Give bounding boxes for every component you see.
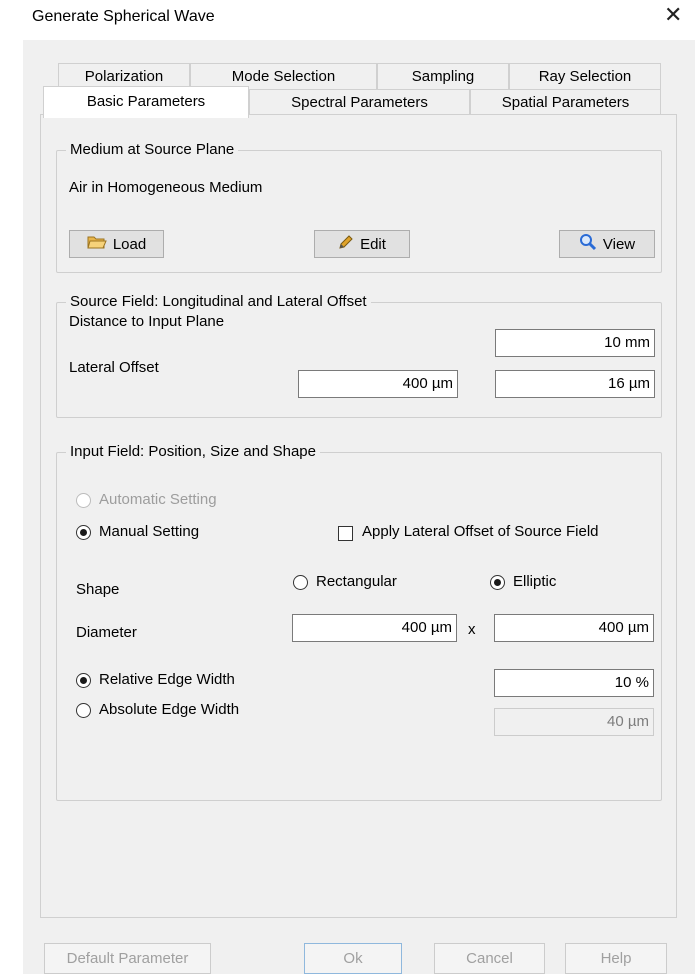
absolute-edge-width-label: Absolute Edge Width: [99, 701, 240, 718]
edit-button-label: Edit: [360, 235, 386, 253]
magnifier-icon: [579, 233, 597, 255]
edit-button[interactable]: Edit: [314, 230, 410, 258]
medium-group: Medium at Source Plane Air in Homogeneou…: [56, 141, 662, 273]
help-button[interactable]: Help: [565, 943, 667, 974]
distance-label: Distance to Input Plane: [69, 313, 225, 330]
tab-sampling[interactable]: Sampling: [377, 63, 509, 89]
shape-label: Shape: [76, 581, 120, 598]
diameter-label: Diameter: [76, 624, 137, 641]
pencil-icon: [338, 234, 354, 254]
medium-description: Air in Homogeneous Medium: [69, 179, 263, 196]
view-button-label: View: [602, 235, 636, 253]
source-field-group-label: Source Field: Longitudinal and Lateral O…: [66, 293, 371, 311]
times-symbol: x: [468, 621, 476, 638]
diameter-y-field[interactable]: 400 µm: [494, 614, 654, 642]
apply-lateral-offset-label[interactable]: Apply Lateral Offset of Source Field: [362, 523, 599, 541]
elliptic-radio[interactable]: [490, 575, 505, 590]
lateral-offset-x-field[interactable]: 400 µm: [298, 370, 458, 398]
load-button-label: Load: [112, 235, 147, 253]
lateral-offset-label: Lateral Offset: [69, 359, 159, 376]
rectangular-radio[interactable]: [293, 575, 308, 590]
window-title: Generate Spherical Wave: [32, 8, 215, 25]
relative-edge-width-radio[interactable]: [76, 673, 91, 688]
absolute-edge-width-radio[interactable]: [76, 703, 91, 718]
tab-spatial-parameters[interactable]: Spatial Parameters: [470, 89, 661, 115]
input-field-group-label: Input Field: Position, Size and Shape: [66, 443, 320, 461]
relative-edge-width-label: Relative Edge Width: [99, 671, 235, 688]
manual-setting-radio[interactable]: [76, 525, 91, 540]
automatic-setting-radio[interactable]: [76, 493, 91, 508]
ok-button[interactable]: Ok: [304, 943, 402, 974]
folder-open-icon: [87, 234, 107, 254]
tab-spectral-parameters[interactable]: Spectral Parameters: [249, 89, 470, 115]
cancel-button[interactable]: Cancel: [434, 943, 545, 974]
apply-lateral-offset-checkbox[interactable]: [338, 526, 353, 541]
default-parameter-button[interactable]: Default Parameter: [44, 943, 211, 974]
rectangular-label: Rectangular: [316, 573, 397, 590]
absolute-edge-width-field[interactable]: 40 µm: [494, 708, 654, 736]
tab-panel-basic-parameters: Medium at Source Plane Air in Homogeneou…: [40, 114, 677, 918]
load-button[interactable]: Load: [69, 230, 164, 258]
input-field-group: Input Field: Position, Size and Shape Au…: [56, 443, 662, 801]
source-field-group: Source Field: Longitudinal and Lateral O…: [56, 293, 662, 418]
medium-group-label: Medium at Source Plane: [66, 141, 239, 159]
tab-ray-selection[interactable]: Ray Selection: [509, 63, 661, 89]
distance-field[interactable]: 10 mm: [495, 329, 655, 357]
diameter-x-field[interactable]: 400 µm: [292, 614, 457, 642]
relative-edge-width-field[interactable]: 10 %: [494, 669, 654, 697]
manual-setting-label: Manual Setting: [99, 523, 200, 540]
lateral-offset-y-field[interactable]: 16 µm: [495, 370, 655, 398]
view-button[interactable]: View: [559, 230, 655, 258]
automatic-setting-label: Automatic Setting: [99, 491, 217, 508]
tab-basic-parameters[interactable]: Basic Parameters: [43, 86, 249, 118]
close-icon[interactable]: ✕: [664, 4, 682, 26]
elliptic-label: Elliptic: [513, 573, 557, 590]
